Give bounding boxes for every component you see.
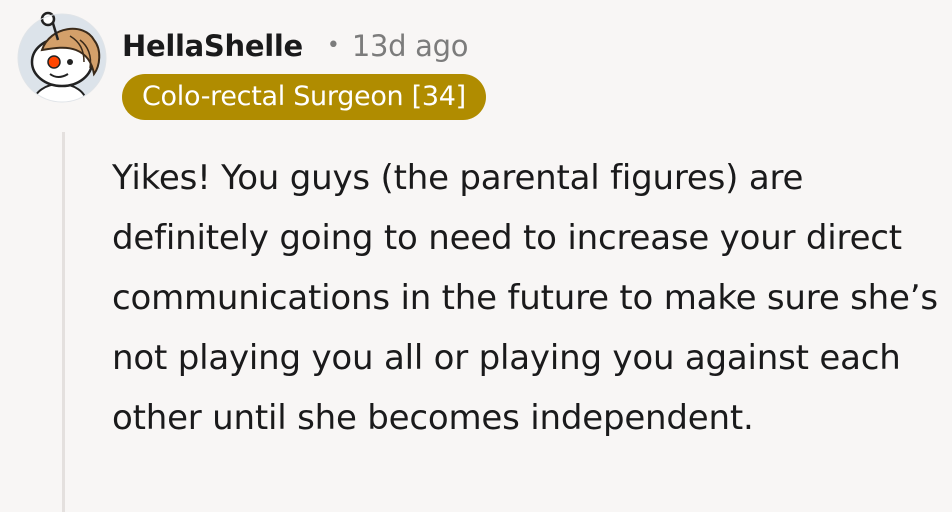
comment-timestamp[interactable]: 13d ago xyxy=(352,29,469,63)
comment: HellaShelle • 13d ago Colo-rectal Surgeo… xyxy=(0,0,952,512)
separator-dot: • xyxy=(326,33,340,58)
username-link[interactable]: HellaShelle xyxy=(122,29,303,63)
comment-meta: HellaShelle • 13d ago xyxy=(122,24,468,68)
user-avatar[interactable] xyxy=(14,10,110,106)
user-flair-badge: Colo-rectal Surgeon [34] xyxy=(122,74,486,120)
comment-body: Yikes! You guys (the parental figures) a… xyxy=(112,158,938,438)
snoo-avatar-icon xyxy=(17,11,107,103)
thread-collapse-line[interactable] xyxy=(62,132,65,512)
